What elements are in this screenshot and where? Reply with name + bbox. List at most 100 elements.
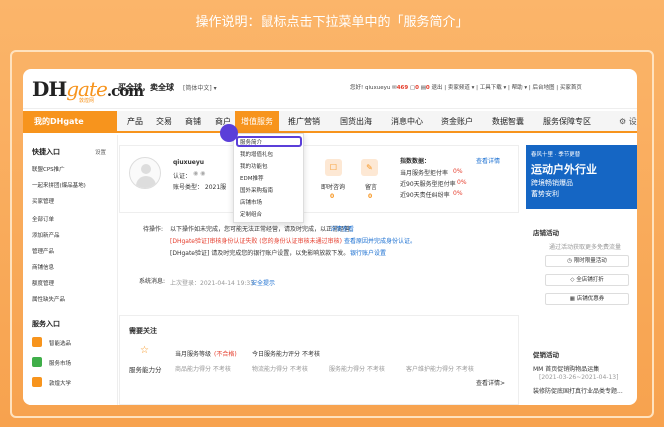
nav-marketing[interactable]: 推广营销 <box>288 111 320 133</box>
stat-value: 0 <box>330 193 335 200</box>
service-item[interactable]: 服务市场 <box>49 359 71 367</box>
promo-item[interactable]: 装修防促底国打真行业品类专题... <box>533 386 637 395</box>
promo-date: [2021-03-26~2021-04-13] <box>539 374 619 381</box>
gear-icon[interactable]: ⚙ 设 <box>619 111 637 133</box>
message-count[interactable]: 469 <box>397 85 408 91</box>
profile-name: qiuxueyu <box>173 159 205 166</box>
store-coupon-button[interactable]: ▦ 店铺优惠券 <box>545 293 629 305</box>
nav-service[interactable]: 服务保障专区 <box>543 111 591 133</box>
shop-activity-title: 店铺活动 <box>533 229 559 237</box>
coupon-icon: ▦ <box>569 296 577 302</box>
indicator-row: 近90天服务型拒付率 <box>400 181 456 188</box>
bank-settings-link[interactable]: 银行账户设置 <box>350 248 386 257</box>
quick-title: 快捷入口 <box>32 148 60 156</box>
logo-subtitle: 敦煌网 <box>79 98 95 104</box>
indicator-value: 0% <box>453 190 463 197</box>
menu-item-feature-pack[interactable]: 我的功能包 <box>240 162 268 170</box>
banner-sub2: 蓄势安利 <box>531 190 559 198</box>
right-column: 春风十里 · 季节更替 运动户外行业 跨境畅销爆品 蓄势安利 店铺活动 通过活动… <box>526 135 637 405</box>
nav-my-dhgate[interactable]: 我的DHgate <box>23 111 117 133</box>
nav-funds[interactable]: 资金账户 <box>441 111 473 133</box>
menu-item-service-intro[interactable]: 服务简介 <box>240 138 262 146</box>
logout-link[interactable]: 退出 <box>431 85 442 91</box>
ability-score-label: 今日服务能力评分 <box>252 351 301 358</box>
value-added-dropdown: 服务简介 我的增值礼包 我的功能包 EDM推荐 国外采购指南 店铺市场 定制组合 <box>233 133 304 223</box>
ability-label: 服务能力分 <box>129 366 162 374</box>
button-label: 全店铺打折 <box>576 277 604 283</box>
tasks-detail-link[interactable]: 详情查看 <box>330 224 354 233</box>
profile-auth: 认证： <box>173 173 192 180</box>
ability-score-value: 不考核 <box>302 351 321 358</box>
indicator-row: 当月服务型拒付率 <box>400 170 449 177</box>
quick-item[interactable]: 一起来拼团(爆品基地) <box>32 181 86 189</box>
identity-auth-link[interactable]: 查看原因并完成身份认证。 <box>344 236 416 245</box>
menu-item-gift-pack[interactable]: 我的增值礼包 <box>240 150 273 158</box>
quick-item[interactable]: 买家管理 <box>32 197 54 205</box>
smart-select-icon <box>32 337 42 347</box>
promo-item[interactable]: MM 首页促销购物品运集 <box>533 364 599 373</box>
service-item[interactable]: 敦煌大学 <box>49 379 71 387</box>
help-link[interactable]: 帮助 ▾ <box>512 85 528 91</box>
ability-item: 物流能力得分 不考核 <box>252 366 308 373</box>
focus-title: 需要关注 <box>129 327 157 335</box>
quick-item[interactable]: 管理产品 <box>32 247 54 255</box>
menu-item-edm[interactable]: EDM推荐 <box>240 174 263 182</box>
quick-item[interactable]: 添加新产品 <box>32 231 60 239</box>
quick-item[interactable]: 属性缺失产品 <box>32 295 65 303</box>
browser-screen: DHgate.com 敦煌网 买全球，卖全球 [简体中文] ▾ 您好! qiux… <box>23 69 637 405</box>
menu-item-store-market[interactable]: 店铺市场 <box>240 198 262 206</box>
message-tile-icon[interactable]: ✎ <box>361 159 378 176</box>
quick-item[interactable]: 联盟CPS推广 <box>32 165 65 173</box>
tasks-label: 待操作: <box>143 226 164 233</box>
ability-item: 客户维护能力得分 不考核 <box>406 366 474 373</box>
quick-item[interactable]: 商铺信息 <box>32 263 54 271</box>
nav-products[interactable]: 产品 <box>127 111 143 133</box>
tools-link[interactable]: 工具下载 ▾ <box>480 85 507 91</box>
nav-trade[interactable]: 交易 <box>156 111 172 133</box>
focus-card <box>119 315 519 405</box>
sitemap-link[interactable]: 后台地图 <box>532 85 554 91</box>
nav-messages[interactable]: 消息中心 <box>391 111 423 133</box>
seller-channel-link[interactable]: 卖家频道 ▾ <box>448 85 475 91</box>
nav-value-added[interactable]: 增值服务 <box>235 111 279 133</box>
indicator-value: 0% <box>457 179 467 186</box>
store-discount-button[interactable]: ◇ 全店铺打折 <box>545 274 629 286</box>
note-count[interactable]: 0 <box>426 85 430 91</box>
service-item[interactable]: 智能选品 <box>49 339 71 347</box>
chat-count[interactable]: 0 <box>415 85 419 91</box>
sidebar: 快捷入口 设置 联盟CPS推广 一起来拼团(爆品基地) 买家管理 全部订单 添加… <box>23 135 118 405</box>
security-tip-link[interactable]: 安全提示 <box>251 278 275 287</box>
service-level-label: 当月服务等级 <box>175 351 212 358</box>
shop-activity-desc: 通过活动获取更多免费流量 <box>549 244 622 251</box>
banner-sub1: 跨境畅销爆品 <box>531 179 573 187</box>
nav-store[interactable]: 商铺 <box>185 111 201 133</box>
settings-link[interactable]: 设置 <box>95 148 106 156</box>
button-label: 店铺优惠券 <box>576 296 605 302</box>
nav-export[interactable]: 国货出海 <box>340 111 372 133</box>
promo-banner[interactable]: 春风十里 · 季节更替 运动户外行业 跨境畅销爆品 蓄势安利 <box>526 145 637 209</box>
quick-item[interactable]: 额度管理 <box>32 279 54 287</box>
stat-value: 0 <box>368 193 373 200</box>
badge-icon: ◉ ◉ <box>193 170 206 177</box>
instruction-text: 操作说明：鼠标点击下拉菜单中的「服务简介」 <box>195 15 469 30</box>
stat-label: 即时咨询 <box>321 184 346 191</box>
tasks-line-3: [DHgate验证] 请及时完成您的银行账户设置，以免影响放款下发。 <box>170 250 348 257</box>
buyer-home-link[interactable]: 买家首页 <box>560 85 582 91</box>
tasks-line-2: [DHgate验证]审核身份认证失败 (您的身份认证审核未通过审核) <box>170 238 342 245</box>
top-links: 您好! qiuxueyu ✉469 ▢0 ▤0 退出 | 卖家频道 ▾ | 工具… <box>350 85 582 91</box>
quick-item[interactable]: 全部订单 <box>32 215 54 223</box>
chat-tile-icon[interactable]: ☐ <box>325 159 342 176</box>
indicator-title: 指数数据： <box>400 158 431 165</box>
promo-title: 促销活动 <box>533 351 559 359</box>
menu-item-buying-guide[interactable]: 国外采购指南 <box>240 186 273 194</box>
indicator-more-link[interactable]: 查看详情 <box>476 156 500 165</box>
menu-item-custom-combo[interactable]: 定制组合 <box>240 210 262 218</box>
limited-activity-button[interactable]: ◷ 限时限量活动 <box>545 255 629 267</box>
nav-data[interactable]: 数据智囊 <box>492 111 524 133</box>
language-select[interactable]: [简体中文] ▾ <box>183 83 217 92</box>
university-icon <box>32 377 42 387</box>
service-market-icon <box>32 357 42 367</box>
main-nav: 我的DHgate 产品 交易 商铺 商户 增值服务 推广营销 国货出海 消息中心… <box>23 111 637 133</box>
focus-more-link[interactable]: 查看详情> <box>476 378 505 387</box>
service-level-value: (不合格) <box>214 351 237 358</box>
